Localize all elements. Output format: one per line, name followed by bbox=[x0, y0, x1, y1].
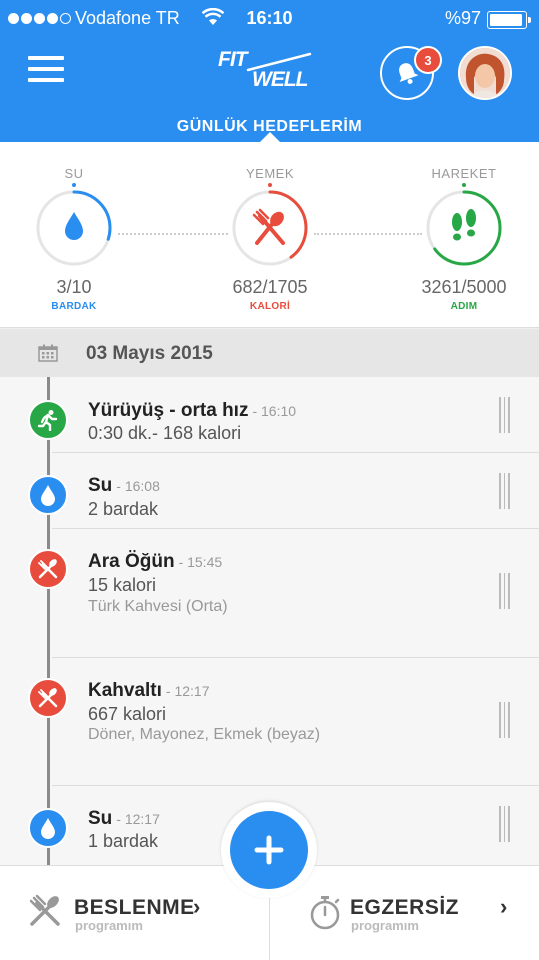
goal-unit: ADIM bbox=[450, 301, 478, 312]
entry-food-items: Döner, Mayonez, Ekmek (beyaz) bbox=[88, 726, 321, 743]
entry-detail: 2 bardak bbox=[88, 499, 159, 519]
goal-unit: KALORİ bbox=[249, 301, 291, 312]
add-entry-button[interactable] bbox=[230, 811, 308, 889]
battery-icon bbox=[487, 11, 531, 29]
timeline-list[interactable]: Yürüyüş - orta hız - 16:10 0:30 dk.- 168 … bbox=[0, 377, 539, 865]
nutrition-title: BESLENME bbox=[74, 896, 195, 919]
nutrition-subtitle: programım bbox=[75, 918, 143, 933]
drag-handle-icon[interactable] bbox=[499, 702, 511, 738]
nutrition-program-button[interactable]: BESLENME programım › bbox=[0, 866, 269, 960]
plus-icon bbox=[254, 835, 284, 865]
entry-time: - 16:10 bbox=[252, 403, 297, 419]
entry-title: Su bbox=[88, 808, 113, 829]
entry-title: Yürüyüş - orta hız bbox=[88, 400, 249, 421]
timeline-entry-exercise[interactable]: Yürüyüş - orta hız - 16:10 0:30 dk.- 168 … bbox=[0, 377, 539, 453]
calendar-icon bbox=[38, 344, 58, 362]
goal-label: HAREKET bbox=[431, 166, 497, 181]
chevron-right-icon: › bbox=[193, 894, 201, 919]
entry-time: - 16:08 bbox=[116, 478, 160, 494]
water-drop-icon bbox=[28, 808, 68, 848]
user-avatar[interactable] bbox=[458, 46, 512, 100]
notification-count-badge: 3 bbox=[414, 46, 442, 74]
goal-activity[interactable]: HAREKET 3261/5000 ADIM bbox=[394, 166, 534, 312]
running-icon bbox=[28, 400, 68, 440]
goal-progress-ring bbox=[424, 188, 504, 268]
entry-title: Kahvaltı bbox=[88, 680, 162, 701]
fork-knife-icon bbox=[28, 678, 68, 718]
water-drop-icon bbox=[28, 475, 68, 515]
entry-time: - 12:17 bbox=[116, 811, 160, 827]
fork-knife-icon bbox=[28, 549, 68, 589]
goal-value: 3261/5000 bbox=[421, 277, 507, 297]
chevron-right-icon: › bbox=[500, 894, 508, 919]
hamburger-menu-icon[interactable] bbox=[28, 56, 64, 84]
fork-knife-icon bbox=[29, 894, 60, 926]
timeline-entry-food[interactable]: Ara Öğün - 15:45 15 kalori Türk Kahvesi (… bbox=[0, 529, 539, 658]
entry-detail: 15 kalori bbox=[88, 575, 157, 595]
drag-handle-icon[interactable] bbox=[499, 397, 511, 433]
drag-handle-icon[interactable] bbox=[499, 573, 511, 609]
date-header: 03 Mayıs 2015 bbox=[0, 329, 539, 377]
drag-handle-icon[interactable] bbox=[499, 473, 511, 509]
entry-detail: 667 kalori bbox=[88, 704, 167, 724]
timeline-entry-food[interactable]: Kahvaltı - 12:17 667 kalori Döner, Mayone… bbox=[0, 658, 539, 786]
status-bar: Vodafone TR 16:10 %97 bbox=[0, 7, 539, 30]
exercise-program-button[interactable]: EGZERSİZ programım › bbox=[270, 866, 539, 960]
goal-label: YEMEK bbox=[245, 166, 294, 181]
goal-progress-ring bbox=[34, 188, 114, 268]
entry-detail: 1 bardak bbox=[88, 831, 159, 851]
entry-time: - 12:17 bbox=[165, 683, 210, 699]
drag-handle-icon[interactable] bbox=[499, 806, 511, 842]
goal-progress-ring bbox=[230, 188, 310, 268]
stopwatch-icon bbox=[310, 896, 340, 930]
goal-label: SU bbox=[64, 166, 84, 181]
section-caret bbox=[260, 132, 280, 142]
timeline-entry-water[interactable]: Su - 16:08 2 bardak bbox=[0, 453, 539, 529]
battery-percentage: %97 bbox=[444, 8, 481, 28]
exercise-subtitle: programım bbox=[351, 918, 419, 933]
goal-value: 3/10 bbox=[56, 277, 92, 297]
exercise-title: EGZERSİZ bbox=[350, 896, 460, 919]
entry-title: Ara Öğün bbox=[88, 551, 175, 572]
date-label: 03 Mayıs 2015 bbox=[86, 343, 213, 364]
goal-water[interactable]: SU 3/10 BARDAK bbox=[4, 166, 144, 312]
daily-goals-panel: SU 3/10 BARDAK YEMEK 682/1705 KALORİ HAR… bbox=[0, 142, 539, 328]
app-header: Vodafone TR 16:10 %97 FIT WELL 3 GÜNLÜK … bbox=[0, 0, 539, 142]
goal-value: 682/1705 bbox=[232, 277, 308, 297]
entry-food-items: Türk Kahvesi (Orta) bbox=[88, 598, 228, 615]
goal-food[interactable]: YEMEK 682/1705 KALORİ bbox=[200, 166, 340, 312]
entry-title: Su bbox=[88, 475, 113, 496]
goal-unit: BARDAK bbox=[51, 301, 97, 312]
fitwell-logo: FIT WELL bbox=[218, 49, 326, 92]
entry-detail: 0:30 dk.- 168 kalori bbox=[88, 423, 242, 443]
entry-time: - 15:45 bbox=[178, 554, 223, 570]
